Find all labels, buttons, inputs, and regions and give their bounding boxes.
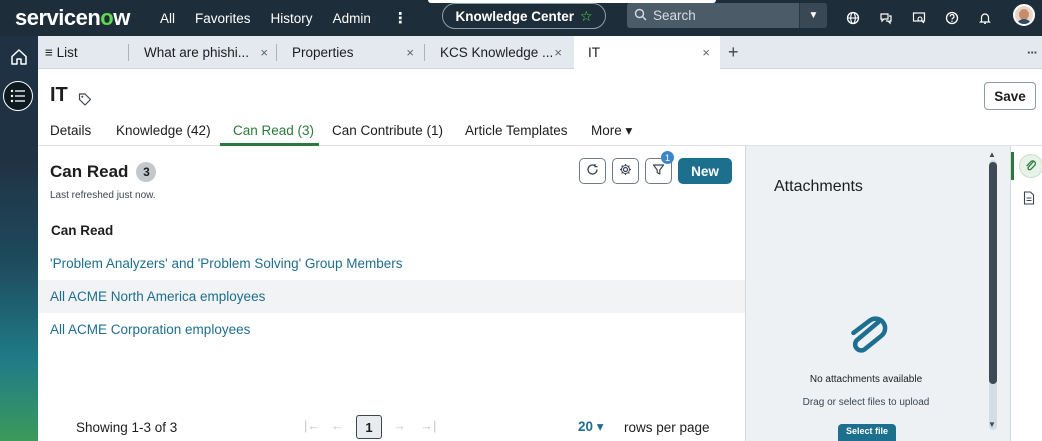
left-rail <box>0 36 38 441</box>
showing-count: Showing 1-3 of 3 <box>76 420 178 435</box>
attachments-sidebar-icon[interactable] <box>1019 154 1042 178</box>
list-item[interactable]: All ACME Corporation employees <box>38 313 745 346</box>
tab-strip: ≡ List What are phishi... × Properties ×… <box>38 36 1042 69</box>
active-sidebar-indicator <box>1011 152 1014 180</box>
search-icon <box>627 8 653 24</box>
upload-hint-text: Drag or select files to upload <box>802 397 930 408</box>
list-item[interactable]: All ACME North America employees <box>38 280 745 313</box>
active-tab-indicator <box>220 143 319 146</box>
tab-can-read[interactable]: Can Read (3) <box>233 123 314 138</box>
right-sidebar <box>1010 146 1042 441</box>
star-icon[interactable]: ☆ <box>580 8 593 25</box>
nav-favorites[interactable]: Favorites <box>195 11 251 26</box>
tab-kcs-knowledge[interactable]: KCS Knowledge ... × <box>440 36 572 69</box>
list-item[interactable]: 'Problem Analyzers' and 'Problem Solving… <box>38 247 745 280</box>
tab-separator <box>424 44 425 61</box>
servicenow-logo[interactable]: servicenow <box>0 5 160 31</box>
last-refreshed-text: Last refreshed just now. <box>50 190 156 201</box>
rows-per-page-select[interactable]: 20 ▾ <box>578 419 604 435</box>
no-attachments-text: No attachments available <box>809 374 923 385</box>
search-placeholder: Search <box>653 8 696 23</box>
tab-article-templates[interactable]: Article Templates <box>465 123 568 138</box>
next-page-icon[interactable]: → <box>393 418 406 433</box>
attachments-panel: Attachments No attachments available Dra… <box>745 146 1010 441</box>
tab-knowledge[interactable]: Knowledge (42) <box>116 123 211 138</box>
nav-admin[interactable]: Admin <box>333 11 371 26</box>
home-icon[interactable] <box>9 47 29 67</box>
scroll-down-icon[interactable]: ▼ <box>988 420 996 429</box>
knowledge-center-button[interactable]: Knowledge Center ☆ <box>442 3 606 29</box>
globe-icon[interactable] <box>845 10 861 26</box>
global-search-input[interactable]: Search ▼ <box>627 3 827 28</box>
list-footer: Showing 1-3 of 3 |← ← 1 → →| 20 ▾ rows p… <box>38 407 745 441</box>
close-icon[interactable]: × <box>406 45 414 60</box>
search-scope-dropdown[interactable]: ▼ <box>799 3 827 28</box>
nav-all[interactable]: All <box>160 11 175 26</box>
user-avatar[interactable] <box>1013 4 1035 26</box>
close-icon[interactable]: × <box>260 45 268 60</box>
paperclip-icon <box>846 313 890 361</box>
add-tab-button[interactable]: + <box>728 36 739 69</box>
attachments-title: Attachments <box>774 178 863 195</box>
refresh-button[interactable] <box>579 158 606 184</box>
chat-icon[interactable] <box>878 10 894 26</box>
count-badge: 3 <box>136 162 157 182</box>
tab-what-are-phishing[interactable]: What are phishi... × <box>144 36 278 69</box>
tab-separator <box>276 44 277 61</box>
refresh-icon <box>586 163 599 179</box>
previous-page-icon[interactable]: ← <box>331 418 344 433</box>
notifications-icon[interactable] <box>977 10 993 26</box>
screen-search-icon[interactable] <box>911 10 927 26</box>
tab-overflow-icon[interactable]: ··· <box>1027 36 1038 69</box>
tag-icon[interactable] <box>78 89 92 106</box>
tab-can-contribute[interactable]: Can Contribute (1) <box>332 123 443 138</box>
save-button[interactable]: Save <box>984 82 1036 110</box>
last-page-icon[interactable]: →| <box>420 418 436 433</box>
attachments-scrollbar[interactable]: ▲ ▼ <box>987 150 1001 440</box>
filter-count-badge: 1 <box>661 151 674 164</box>
help-icon[interactable] <box>944 10 960 26</box>
tab-properties[interactable]: Properties × <box>292 36 424 69</box>
select-file-button[interactable]: Select file <box>838 424 896 441</box>
scroll-up-icon[interactable]: ▲ <box>988 150 996 159</box>
record-tabs: Details Knowledge (42) Can Read (3) Can … <box>38 116 1042 146</box>
close-icon[interactable]: × <box>554 45 562 60</box>
tab-it[interactable]: IT × <box>574 36 720 69</box>
close-icon[interactable]: × <box>702 45 710 60</box>
gear-icon <box>619 163 632 179</box>
list-title: Can Read 3 <box>50 162 157 182</box>
tab-separator <box>128 44 129 61</box>
page-title: IT <box>50 84 92 107</box>
column-header-can-read[interactable]: Can Read <box>51 223 113 238</box>
first-page-icon[interactable]: |← <box>304 418 320 433</box>
tab-more[interactable]: More ▾ <box>591 123 632 139</box>
filter-icon <box>652 163 665 179</box>
nav-history[interactable]: History <box>271 11 313 26</box>
knowledge-center-label: Knowledge Center <box>455 8 574 24</box>
settings-button[interactable] <box>612 158 639 184</box>
new-button[interactable]: New <box>678 158 732 184</box>
current-page[interactable]: 1 <box>356 415 382 439</box>
menu-icon[interactable] <box>3 81 33 111</box>
rows-per-page-label: rows per page <box>624 420 710 435</box>
tab-list[interactable]: ≡ List <box>45 36 125 69</box>
document-icon[interactable] <box>1023 191 1035 205</box>
nav-more-icon[interactable]: ⋮ <box>393 9 408 27</box>
top-right-icons <box>845 0 993 36</box>
tab-details[interactable]: Details <box>50 123 91 138</box>
scrollbar-thumb[interactable] <box>989 162 997 384</box>
